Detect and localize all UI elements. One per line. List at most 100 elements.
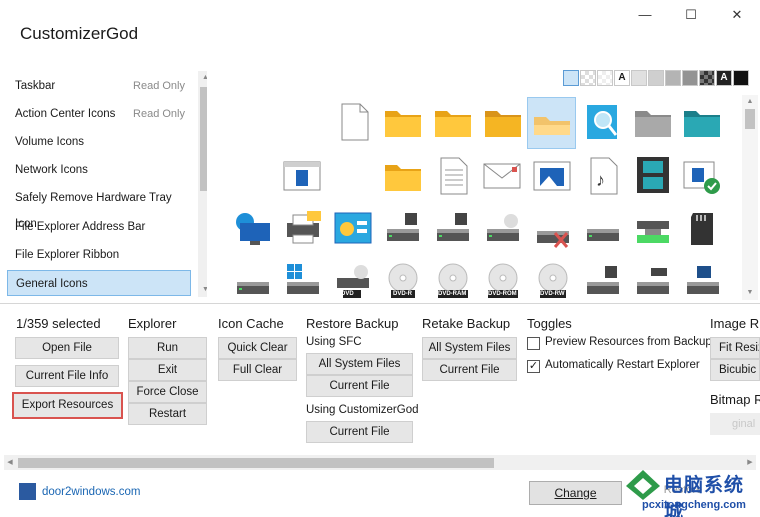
folder-icon[interactable] xyxy=(383,157,423,197)
fit-resize-button[interactable]: Fit Resiz xyxy=(710,337,760,359)
scrollbar-thumb[interactable] xyxy=(745,109,755,129)
checkbox-label: Preview Resources from Backup xyxy=(545,336,712,348)
close-button[interactable]: ✕ xyxy=(714,0,760,30)
category-item-volume[interactable]: Volume Icons xyxy=(7,129,191,155)
change-button[interactable]: Change xyxy=(529,481,622,505)
text-document-icon[interactable] xyxy=(433,156,473,196)
category-item-action-center[interactable]: Action Center Icons Read Only xyxy=(7,101,191,127)
scroll-up-icon[interactable]: ▲ xyxy=(198,71,207,85)
restore-current-file-cg-button[interactable]: Current File xyxy=(306,421,413,443)
drive-error-icon[interactable] xyxy=(533,211,573,251)
maximize-button[interactable]: ☐ xyxy=(668,0,714,30)
swatch-gray-4[interactable] xyxy=(682,70,698,86)
retake-all-system-files-button[interactable]: All System Files xyxy=(422,337,517,359)
swatch-gray-2[interactable] xyxy=(648,70,664,86)
retake-backup-title: Retake Backup xyxy=(422,316,511,331)
checkbox-label: Automatically Restart Explorer xyxy=(545,359,700,371)
swatch-checker[interactable] xyxy=(580,70,596,86)
drive-disc-icon[interactable] xyxy=(483,209,523,249)
category-item-network[interactable]: Network Icons xyxy=(7,157,191,183)
swatch-black[interactable] xyxy=(733,70,749,86)
restore-current-file-sfc-button[interactable]: Current File xyxy=(306,375,413,397)
open-file-button[interactable]: Open File xyxy=(15,337,119,359)
swatch-gray-3[interactable] xyxy=(665,70,681,86)
minimize-button[interactable]: — xyxy=(622,0,668,30)
category-list[interactable]: Taskbar Read Only Action Center Icons Re… xyxy=(7,71,207,297)
swatch-gray-1[interactable] xyxy=(631,70,647,86)
category-label: Action Center Icons xyxy=(15,108,116,120)
drive-lock-icon[interactable] xyxy=(583,262,623,302)
blank-document-icon[interactable] xyxy=(334,102,374,142)
category-scrollbar[interactable]: ▲ ▼ xyxy=(198,71,207,297)
using-customizergod-label: Using CustomizerGod xyxy=(306,404,419,416)
scroll-down-icon[interactable]: ▼ xyxy=(198,283,207,297)
folder-icon[interactable] xyxy=(383,103,423,143)
drive-icon[interactable] xyxy=(233,262,273,302)
disc-label: DVD-RAM xyxy=(438,291,467,297)
icon-cache-title: Icon Cache xyxy=(218,316,284,331)
using-sfc-label: Using SFC xyxy=(306,336,362,348)
explorer-restart-button[interactable]: Restart xyxy=(128,403,207,425)
export-resources-button[interactable]: Export Resources xyxy=(12,392,123,419)
checkbox-box[interactable] xyxy=(527,337,540,350)
door2windows-link[interactable]: door2windows.com xyxy=(42,486,140,498)
swatch-letter-dark[interactable]: A xyxy=(716,70,732,86)
windows-drive-icon[interactable] xyxy=(283,262,323,302)
scroll-left-icon[interactable]: ◀ xyxy=(4,455,16,470)
drive-lock-icon[interactable] xyxy=(633,262,673,302)
window-title: CustomizerGod xyxy=(20,24,139,43)
full-clear-button[interactable]: Full Clear xyxy=(218,359,297,381)
envelope-icon[interactable] xyxy=(482,156,522,196)
category-item-safely-remove[interactable]: Safely Remove Hardware Tray Icon xyxy=(7,185,191,230)
door2windows-logo-icon xyxy=(19,483,36,500)
category-item-address-bar[interactable]: File Explorer Address Bar xyxy=(7,214,191,240)
restore-all-system-files-button[interactable]: All System Files xyxy=(306,353,413,375)
swatch-light-blue[interactable] xyxy=(563,70,579,86)
folder-gray-icon[interactable] xyxy=(633,103,673,143)
current-file-info-button[interactable]: Current File Info xyxy=(15,365,119,387)
scrollbar-thumb[interactable] xyxy=(18,458,494,468)
memory-card-icon[interactable] xyxy=(683,209,723,249)
quick-clear-button[interactable]: Quick Clear xyxy=(218,337,297,359)
swatch-checker-light[interactable] xyxy=(597,70,613,86)
category-label: General Icons xyxy=(16,278,88,290)
swatch-letter-light[interactable]: A xyxy=(614,70,630,86)
bicubic-button[interactable]: Bicubic xyxy=(710,359,760,381)
printer-folder-icon[interactable] xyxy=(283,209,323,249)
category-item-general-icons[interactable]: General Icons xyxy=(7,270,191,296)
explorer-exit-button[interactable]: Exit xyxy=(128,359,207,381)
category-item-ribbon[interactable]: File Explorer Ribbon xyxy=(7,242,191,268)
retake-current-file-button[interactable]: Current File xyxy=(422,359,517,381)
checkbox-box-checked[interactable]: ✓ xyxy=(527,360,540,373)
explorer-force-close-button[interactable]: Force Close xyxy=(128,381,207,403)
disc-label: DVD-ROM xyxy=(488,291,517,297)
folder-icon[interactable] xyxy=(433,103,473,143)
scroll-up-icon[interactable]: ▲ xyxy=(742,95,758,109)
folder-teal-icon[interactable] xyxy=(682,103,722,143)
read-only-badge: Read Only xyxy=(133,80,185,92)
picture-window-icon[interactable] xyxy=(532,156,572,196)
explorer-run-button[interactable]: Run xyxy=(128,337,207,359)
swatch-checker-dark[interactable] xyxy=(699,70,715,86)
music-document-icon[interactable]: ♪ xyxy=(583,156,623,196)
watermark-logo-icon xyxy=(626,470,660,500)
scroll-down-icon[interactable]: ▼ xyxy=(742,286,758,300)
drive-lock-icon[interactable] xyxy=(383,209,423,249)
search-folder-icon[interactable] xyxy=(583,103,623,143)
divider xyxy=(0,303,760,304)
network-globe-icon[interactable] xyxy=(232,209,272,249)
bitmap-original-option[interactable]: ginal xyxy=(710,413,760,435)
folder-open-icon[interactable] xyxy=(483,103,523,143)
window-check-icon[interactable] xyxy=(682,156,722,196)
drive-lock-icon[interactable] xyxy=(683,262,723,302)
icon-grid-scrollbar[interactable]: ▲ ▼ xyxy=(742,95,758,300)
drive-green-icon[interactable] xyxy=(633,209,673,249)
video-filmstrip-icon[interactable] xyxy=(633,155,673,195)
category-item-taskbar[interactable]: Taskbar Read Only xyxy=(7,73,191,99)
drive-icon[interactable] xyxy=(583,209,623,249)
read-only-badge: Read Only xyxy=(133,108,185,120)
drive-lock-icon[interactable] xyxy=(433,209,473,249)
window-app-icon[interactable] xyxy=(282,156,322,196)
control-panel-icon[interactable] xyxy=(333,209,373,249)
scrollbar-thumb[interactable] xyxy=(200,87,207,191)
